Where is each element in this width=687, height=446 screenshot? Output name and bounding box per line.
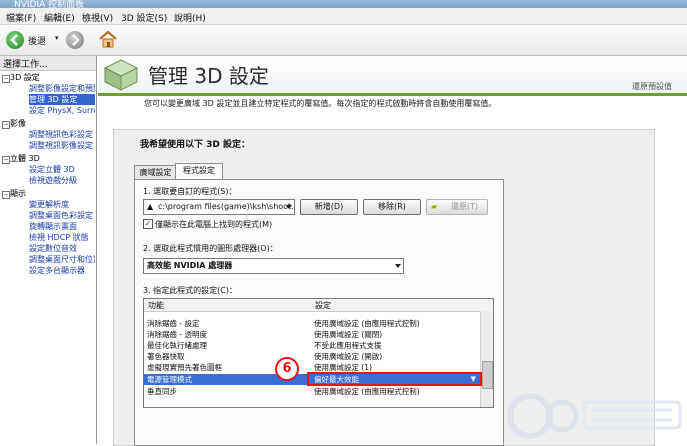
menu-view[interactable]: 檢視(V) bbox=[82, 11, 113, 24]
sidebar-item-hdcp[interactable]: 檢視 HDCP 狀態 bbox=[29, 232, 95, 243]
highlight-box bbox=[307, 372, 482, 386]
tab-program-settings[interactable]: 程式設定 bbox=[175, 163, 223, 180]
page-description: 您可以變更廣域 3D 設定並且建立特定程式的覆寫值。每次指定的程式啟動時將會自動… bbox=[144, 99, 497, 108]
restore-program-button[interactable]: ▰ 還原(T) bbox=[426, 199, 488, 215]
table-row[interactable]: 著色器快取 使用廣域設定 (開啟) bbox=[144, 351, 480, 362]
back-dropdown-icon[interactable]: ▾ bbox=[55, 34, 59, 42]
menu-3d-settings[interactable]: 3D 設定(S) bbox=[121, 11, 167, 24]
sidebar-section-3d[interactable]: 3D 設定 bbox=[10, 72, 40, 83]
settings-list: 功能 設定 消除鋸齒 - 設定 使用廣域設定 (由應用程式控制) 消除鋸齒 - 透… bbox=[143, 298, 494, 408]
sidebar-item-physx-surround[interactable]: 設定 PhysX, Surround bbox=[29, 105, 95, 116]
settings-list-header: 功能 設定 bbox=[144, 299, 493, 312]
sidebar-item-desktop-size[interactable]: 調整桌面尺寸和位置 bbox=[29, 254, 95, 265]
remove-program-button[interactable]: 移除(R) bbox=[363, 199, 421, 215]
chevron-down-icon bbox=[395, 264, 401, 268]
task-sidebar: 選擇工作... − 3D 設定 調整影像設定和預覽 管理 3D 設定 設定 Ph… bbox=[0, 56, 97, 444]
graphics-processor-select[interactable]: 高效能 NVIDIA 處理器 bbox=[143, 258, 404, 274]
step1-label: 1. 選取要自訂的程式(S)： bbox=[143, 187, 237, 196]
table-row[interactable]: 消除鋸齒 - 透明度 使用廣域設定 (關閉) bbox=[144, 329, 480, 340]
menu-file[interactable]: 檔案(F) bbox=[6, 11, 36, 24]
table-row[interactable]: 垂直同步 使用廣域設定 (由應用程式控制) bbox=[144, 386, 480, 397]
sidebar-item-multi-display[interactable]: 設定多台顯示器 bbox=[29, 265, 95, 276]
tab-global-settings[interactable]: 廣域設定 bbox=[134, 165, 177, 180]
sidebar-section-display[interactable]: 顯示 bbox=[10, 188, 26, 199]
menu-help[interactable]: 說明(H) bbox=[174, 11, 206, 24]
program-select-value: c:\program files(game)\ksh\shoot... bbox=[158, 202, 295, 211]
restore-defaults-link[interactable]: 還原預設值 bbox=[632, 81, 672, 92]
sidebar-header: 選擇工作... bbox=[0, 56, 96, 71]
table-row[interactable]: 最佳化執行緒處理 不受此應用程式支援 bbox=[144, 340, 480, 351]
menu-bar: 檔案(F) 編輯(E) 檢視(V) 3D 設定(S) 說明(H) bbox=[0, 8, 687, 25]
back-label[interactable]: 後退 bbox=[28, 34, 46, 47]
scrollbar-thumb[interactable] bbox=[482, 361, 493, 389]
header-accent-line bbox=[98, 93, 687, 96]
page-title: 管理 3D 設定 bbox=[148, 64, 269, 88]
graphics-processor-value: 高效能 NVIDIA 處理器 bbox=[147, 261, 233, 270]
collapse-icon[interactable]: − bbox=[2, 75, 10, 83]
step-number-badge: 6 bbox=[275, 357, 299, 381]
sidebar-item-digital-audio[interactable]: 設定數位音效 bbox=[29, 243, 95, 254]
sidebar-item-game-ratings[interactable]: 檢視遊戲分級 bbox=[29, 175, 95, 186]
settings-list-scrollbar[interactable] bbox=[480, 311, 493, 407]
collapse-icon[interactable]: − bbox=[2, 156, 10, 164]
sidebar-item-rotate-display[interactable]: 旋轉顯示畫面 bbox=[29, 221, 95, 232]
sidebar-section-stereo-3d[interactable]: 立體 3D bbox=[10, 153, 40, 164]
show-only-found-checkbox[interactable]: ✓ bbox=[143, 219, 153, 229]
sidebar-item-resolution[interactable]: 變更解析度 bbox=[29, 199, 95, 210]
col-setting-header[interactable]: 設定 bbox=[315, 300, 331, 311]
sidebar-item-video-color[interactable]: 調整視訊色彩設定 bbox=[29, 129, 95, 140]
program-icon: ▲ bbox=[147, 202, 154, 211]
menu-edit[interactable]: 編輯(E) bbox=[44, 11, 75, 24]
3d-cube-icon bbox=[102, 58, 140, 92]
sidebar-item-manage-3d[interactable]: 管理 3D 設定 bbox=[29, 94, 95, 105]
window-titlebar: NVIDIA 控制面板 bbox=[0, 0, 687, 10]
collapse-icon[interactable]: − bbox=[2, 121, 10, 129]
step3-label: 3. 指定此程式的設定(C)： bbox=[143, 286, 238, 295]
sidebar-item-adjust-image[interactable]: 調整影像設定和預覽 bbox=[29, 83, 95, 94]
sidebar-item-desktop-color[interactable]: 調整桌面色彩設定 bbox=[29, 210, 95, 221]
show-only-found-label: 僅顯示在此電腦上找到的程式(M) bbox=[155, 220, 273, 229]
add-program-button[interactable]: 新增(D) bbox=[300, 199, 358, 215]
sidebar-section-video[interactable]: 影像 bbox=[10, 118, 26, 129]
back-icon[interactable] bbox=[6, 31, 24, 49]
group-label: 我希望使用以下 3D 設定： bbox=[140, 140, 251, 150]
program-select[interactable]: ▲ c:\program files(game)\ksh\shoot... bbox=[143, 199, 295, 215]
home-icon[interactable] bbox=[98, 29, 118, 49]
nvidia-icon: ▰ bbox=[431, 202, 438, 211]
sidebar-item-video-image[interactable]: 調整視訊影像設定 bbox=[29, 140, 95, 151]
table-row[interactable]: 消除鋸齒 - 設定 使用廣域設定 (由應用程式控制) bbox=[144, 318, 480, 329]
watermark-logo bbox=[500, 388, 685, 442]
collapse-icon[interactable]: − bbox=[2, 191, 10, 199]
col-feature-header[interactable]: 功能 bbox=[148, 300, 164, 311]
forward-icon[interactable] bbox=[66, 31, 84, 49]
sidebar-item-set-stereo-3d[interactable]: 設定立體 3D bbox=[29, 164, 95, 175]
step2-label: 2. 選取此程式慣用的圖形處理器(O)： bbox=[143, 244, 278, 253]
toolbar: 後退 ▾ bbox=[0, 25, 687, 56]
chevron-down-icon bbox=[286, 205, 292, 209]
